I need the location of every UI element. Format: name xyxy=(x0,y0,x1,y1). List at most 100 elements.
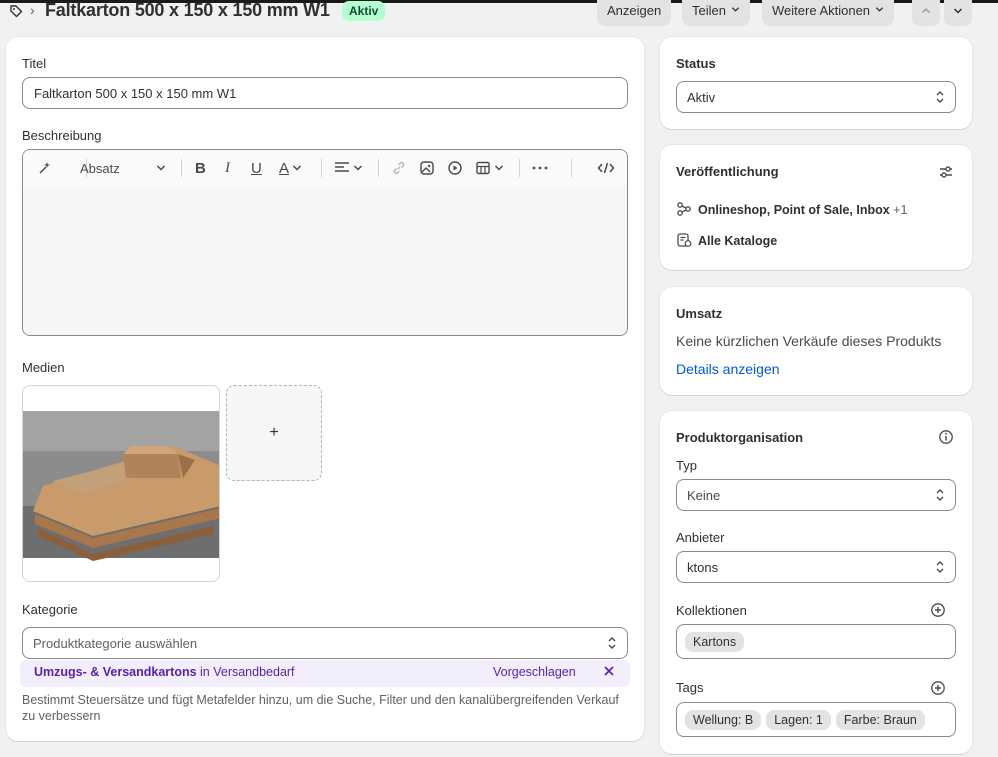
code-icon[interactable] xyxy=(597,159,615,177)
italic-icon[interactable]: I xyxy=(225,159,230,177)
text-color-icon: A xyxy=(279,159,290,177)
type-select[interactable]: Keine xyxy=(676,479,956,511)
chevron-up-icon xyxy=(921,7,931,14)
tag-chip[interactable]: Lagen: 1 xyxy=(766,709,831,730)
select-arrows-icon xyxy=(608,637,616,649)
media-label: Medien xyxy=(22,360,65,375)
sales-channels-list: Onlineshop, Point of Sale, Inbox xyxy=(698,203,890,217)
add-media-button[interactable]: + xyxy=(226,385,322,481)
tag-icon xyxy=(10,5,23,18)
chevron-down-icon xyxy=(494,165,504,171)
status-value: Aktiv xyxy=(687,89,716,105)
select-arrows-icon xyxy=(936,91,944,103)
ai-magic-icon[interactable] xyxy=(37,159,53,177)
next-product-button[interactable] xyxy=(944,0,972,26)
chevron-down-icon xyxy=(731,7,740,12)
share-button[interactable]: Teilen xyxy=(682,0,750,26)
toolbar-divider xyxy=(321,159,322,177)
more-horizontal-icon[interactable] xyxy=(531,159,549,177)
underline-icon[interactable]: U xyxy=(251,159,262,177)
bold-icon[interactable]: B xyxy=(195,159,206,177)
catalog-icon xyxy=(677,233,692,247)
editor-toolbar: Absatz B I U A xyxy=(23,150,627,186)
view-button-label: Anzeigen xyxy=(607,3,662,18)
category-suggestion: Umzugs- & Versandkartons in Versandbedar… xyxy=(20,660,630,687)
status-badge: Aktiv xyxy=(342,1,386,21)
description-editor: Absatz B I U A xyxy=(22,149,628,336)
tags-field[interactable]: Wellung: B Lagen: 1 Farbe: Braun xyxy=(676,702,956,737)
previous-product-button[interactable] xyxy=(912,0,940,26)
status-title: Status xyxy=(676,56,716,71)
publishing-title: Veröffentlichung xyxy=(676,164,779,179)
category-label: Kategorie xyxy=(22,602,78,617)
category-help-text: Bestimmt Steuersätze und fügt Metafelder… xyxy=(22,693,619,723)
suggested-label: Vorgeschlagen xyxy=(493,665,576,679)
collections-label: Kollektionen xyxy=(676,603,747,618)
chevron-down-icon xyxy=(953,8,963,14)
description-text-area[interactable] xyxy=(23,186,627,335)
select-arrows-icon xyxy=(936,561,944,573)
chevron-down-icon xyxy=(353,165,363,171)
close-icon[interactable] xyxy=(603,665,615,677)
table-icon xyxy=(476,161,490,175)
image-icon[interactable] xyxy=(419,159,435,177)
share-button-label: Teilen xyxy=(692,3,726,18)
table-button[interactable] xyxy=(475,159,504,177)
paragraph-format-label: Absatz xyxy=(80,160,120,176)
tags-label: Tags xyxy=(676,680,704,695)
vendor-value: ktons xyxy=(687,559,719,575)
sales-channels: Onlineshop, Point of Sale, Inbox +1 xyxy=(698,203,907,217)
alignment-button[interactable] xyxy=(334,159,363,177)
collection-chip[interactable]: Kartons xyxy=(685,631,745,652)
align-left-icon xyxy=(335,162,349,172)
catalogs-text: Alle Kataloge xyxy=(698,234,778,248)
description-label: Beschreibung xyxy=(22,128,102,143)
status-select[interactable]: Aktiv xyxy=(676,81,956,113)
link-icon[interactable] xyxy=(391,159,407,177)
details-link[interactable]: Details anzeigen xyxy=(676,361,780,377)
product-image[interactable] xyxy=(22,385,220,582)
add-media-plus-icon: + xyxy=(269,424,279,441)
pallet-photo xyxy=(23,411,219,561)
type-value: Keine xyxy=(687,487,721,503)
toolbar-divider xyxy=(571,159,572,177)
category-placeholder: Produktkategorie auswählen xyxy=(33,635,198,651)
title-label: Titel xyxy=(22,56,47,71)
page-header: › Faltkarton 500 x 150 x 150 mm W1 Aktiv… xyxy=(0,0,998,26)
text-color-button[interactable]: A xyxy=(279,159,302,177)
suggestion-category[interactable]: Umzugs- & Versandkartons xyxy=(34,665,197,679)
type-label: Typ xyxy=(676,458,697,473)
paragraph-format-select[interactable]: Absatz xyxy=(80,159,166,177)
chevron-down-icon xyxy=(156,165,166,171)
chevron-down-icon xyxy=(292,165,302,171)
settings-sliders-icon[interactable] xyxy=(938,164,954,180)
vendor-select[interactable]: ktons xyxy=(676,551,956,583)
sales-channels-more: +1 xyxy=(893,203,908,217)
view-button[interactable]: Anzeigen xyxy=(597,0,672,26)
title-input-value: Faltkarton 500 x 150 x 150 mm W1 xyxy=(34,85,237,101)
select-arrows-icon xyxy=(936,489,944,501)
add-tag-icon[interactable] xyxy=(930,680,946,696)
toolbar-divider xyxy=(519,159,520,177)
suggestion-text: Umzugs- & Versandkartons in Versandbedar… xyxy=(34,665,295,679)
title-input[interactable]: Faltkarton 500 x 150 x 150 mm W1 xyxy=(22,77,628,109)
vendor-label: Anbieter xyxy=(676,530,725,545)
tag-chip[interactable]: Wellung: B xyxy=(685,709,762,730)
info-icon[interactable] xyxy=(938,429,954,445)
toolbar-divider xyxy=(181,159,182,177)
add-collection-icon[interactable] xyxy=(930,602,946,618)
video-icon[interactable] xyxy=(447,159,463,177)
category-select[interactable]: Produktkategorie auswählen xyxy=(22,627,628,659)
collections-field[interactable]: Kartons xyxy=(676,624,956,659)
toolbar-divider xyxy=(378,159,379,177)
suggestion-parent: in Versandbedarf xyxy=(196,665,295,679)
chevron-down-icon xyxy=(875,7,884,12)
sales-empty-text: Keine kürzlichen Verkäufe dieses Produkt… xyxy=(676,333,942,349)
more-actions-label: Weitere Aktionen xyxy=(772,3,871,18)
sales-title: Umsatz xyxy=(676,306,723,321)
page-title: Faltkarton 500 x 150 x 150 mm W1 xyxy=(45,0,330,20)
more-actions-button[interactable]: Weitere Aktionen xyxy=(762,0,895,26)
tag-chip[interactable]: Farbe: Braun xyxy=(835,709,925,730)
organization-title: Produktorganisation xyxy=(676,430,804,445)
channels-icon xyxy=(677,202,691,216)
